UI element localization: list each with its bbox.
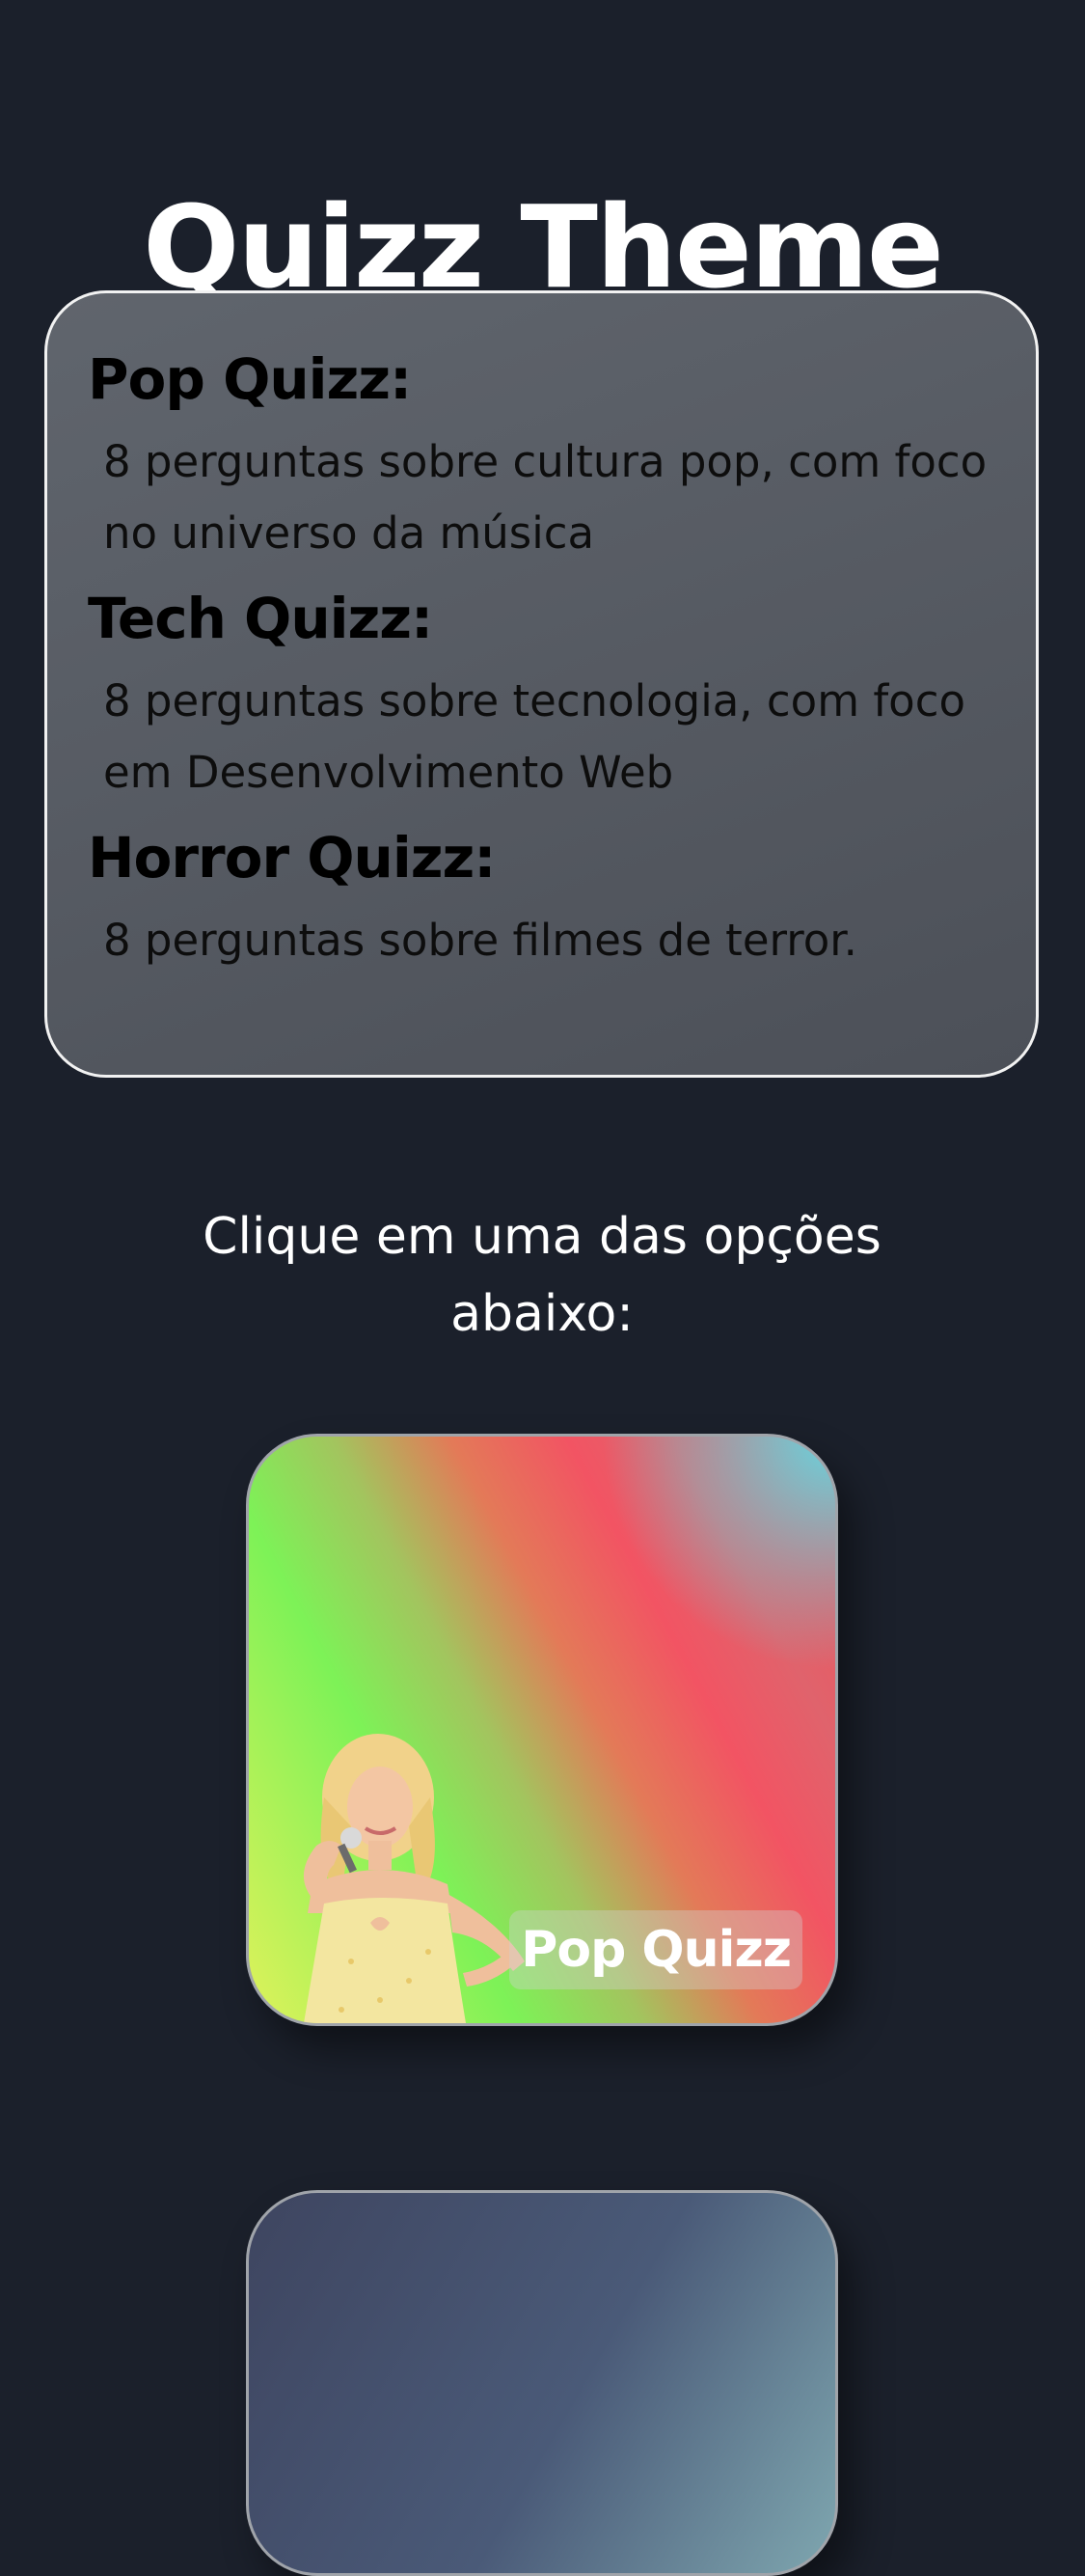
quiz-description-pop: 8 perguntas sobre cultura pop, com foco …	[103, 436, 988, 559]
quiz-info-horror: Horror Quizz: 8 perguntas sobre filmes d…	[88, 820, 997, 976]
tech-quiz-option-button[interactable]	[246, 2190, 838, 2576]
quiz-name-horror: Horror Quizz:	[88, 825, 496, 891]
quiz-name-pop: Pop Quizz:	[88, 346, 412, 412]
quiz-info-pop: Pop Quizz: 8 perguntas sobre cultura pop…	[88, 342, 997, 569]
pop-quiz-option-button[interactable]: Pop Quizz	[246, 1434, 838, 2026]
quiz-info-card: Pop Quizz: 8 perguntas sobre cultura pop…	[44, 290, 1039, 1078]
quiz-description-horror: 8 perguntas sobre filmes de terror.	[103, 915, 857, 966]
quiz-info-tech: Tech Quizz: 8 perguntas sobre tecnologia…	[88, 581, 997, 808]
quiz-name-tech: Tech Quizz:	[88, 586, 433, 651]
quiz-description-tech: 8 perguntas sobre tecnologia, com foco e…	[103, 675, 965, 798]
instruction-text: Clique em uma das opções abaixo:	[203, 1208, 882, 1343]
pop-quiz-label: Pop Quizz	[509, 1910, 802, 1989]
